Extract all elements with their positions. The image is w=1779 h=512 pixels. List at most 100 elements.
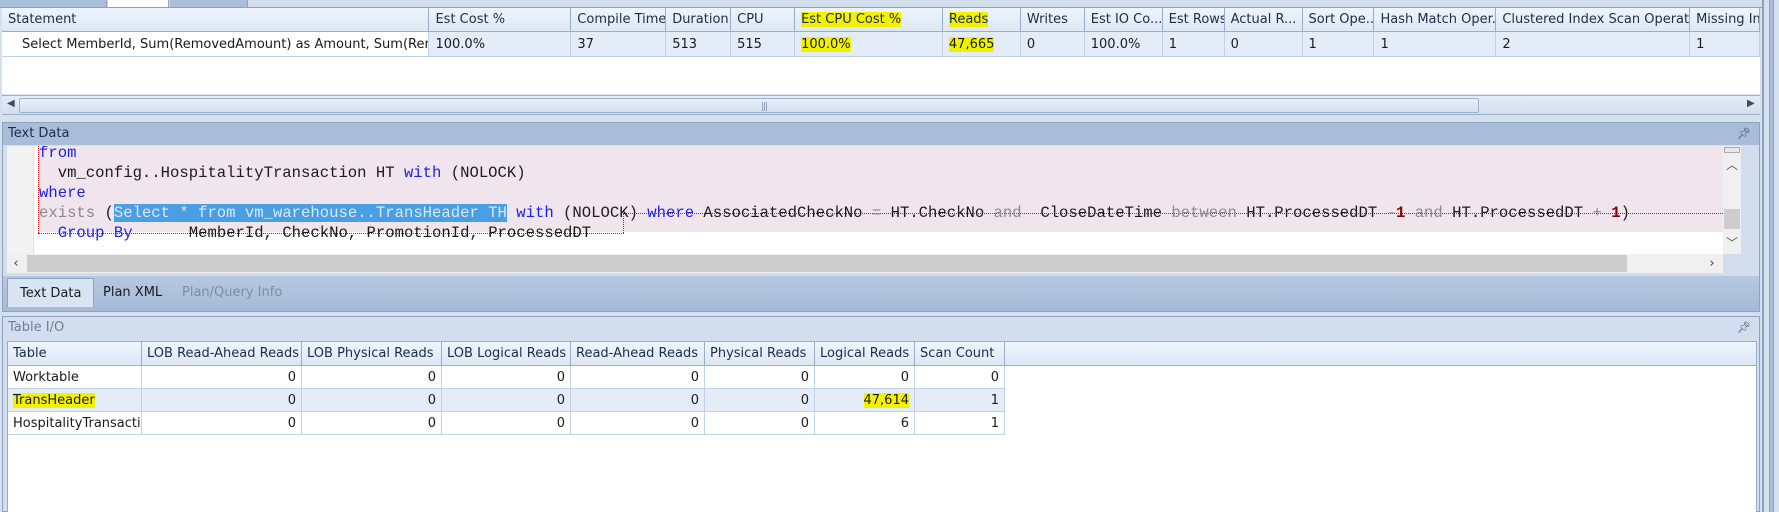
scroll-right-icon[interactable]: › [1703, 254, 1721, 273]
table-cell: 0 [142, 366, 302, 388]
code-token: - [1386, 204, 1396, 222]
pin-icon[interactable]: 📌︎ [1737, 321, 1751, 334]
column-header[interactable]: LOB Physical Reads [302, 342, 442, 365]
column-header-label: Est Rows [1168, 12, 1225, 27]
column-header[interactable]: Logical Reads [815, 342, 915, 365]
statements-grid: Statement Est Cost % Compile Time Duration C… [2, 8, 1760, 94]
statements-grid-header: Statement Est Cost % Compile Time Duration C… [2, 8, 1760, 32]
code-token: exists [39, 204, 96, 222]
table-cell: 0 [705, 366, 815, 388]
column-header[interactable]: Sort Ope... [1303, 8, 1375, 31]
column-header[interactable]: Read-Ahead Reads [571, 342, 705, 365]
column-header[interactable]: Table [8, 342, 142, 365]
code-token: 1 [1611, 204, 1621, 222]
column-header[interactable]: Est Cost % [429, 8, 572, 31]
table-cell: 100.0% [429, 32, 572, 56]
column-header[interactable]: Missing Inc [1690, 8, 1760, 31]
table-cell: 2 [1496, 32, 1691, 56]
table-row[interactable]: HospitalityTransaction0000061 [8, 412, 1005, 435]
column-header-label: Hash Match Oper... [1380, 12, 1497, 27]
column-header[interactable]: LOB Read-Ahead Reads [142, 342, 302, 365]
scrollbar-thumb[interactable] [1724, 209, 1740, 229]
table-cell: 1 [915, 389, 1005, 411]
column-header-label: Est Cost % [435, 12, 506, 27]
column-header[interactable]: Statement [2, 8, 430, 31]
table-cell: TransHeader [8, 389, 142, 411]
column-header[interactable]: Est IO Co... [1085, 8, 1163, 31]
scrollbar-thumb[interactable] [27, 255, 1627, 272]
document-tab[interactable] [170, 0, 248, 7]
text-data-panel-title: Text Data [3, 123, 1759, 145]
table-cell: 0 [442, 366, 571, 388]
tab-plan-query-info: Plan/Query Info [182, 285, 283, 300]
pin-icon[interactable]: 📌︎ [1737, 127, 1751, 140]
column-header[interactable]: Writes [1021, 8, 1085, 31]
column-header[interactable]: Actual R... [1225, 8, 1303, 31]
table-cell: 0 [302, 366, 442, 388]
table-row[interactable]: TransHeader 0 0 0 0 0 47,614 1 [8, 389, 1005, 412]
table-cell: 1 [1303, 32, 1375, 56]
editor-horizontal-scrollbar[interactable]: ‹ › [7, 254, 1723, 273]
code-token: 1 [1395, 204, 1406, 222]
column-header[interactable]: LOB Logical Reads [442, 342, 571, 365]
table-cell: 47,614 [815, 389, 915, 411]
code-line: where [39, 183, 86, 203]
column-header-label: Statement [8, 12, 77, 27]
table-cell: 6 [815, 412, 915, 434]
sql-keyword: where [39, 184, 86, 202]
scrollbar-cap [1724, 147, 1740, 153]
scrollbar-thumb[interactable]: ||| [19, 98, 1479, 113]
column-header-label: Sort Ope... [1308, 12, 1375, 27]
scroll-right-icon[interactable]: ▶ [1747, 98, 1755, 109]
editor-vertical-scrollbar[interactable]: ︿ ﹀ [1723, 146, 1741, 254]
code-token: ) [1620, 204, 1630, 222]
table-cell: Worktable [8, 366, 142, 388]
statements-horizontal-scrollbar[interactable]: ◀ ||| ▶ [2, 95, 1760, 115]
code-token: HT.ProcessedDT [1442, 204, 1593, 222]
column-header[interactable]: Duration [666, 8, 732, 31]
table-cell: 100.0% [1085, 32, 1163, 56]
column-header[interactable]: Physical Reads [705, 342, 815, 365]
column-header[interactable]: Hash Match Oper... [1374, 8, 1497, 31]
table-row[interactable]: Select MemberId, Sum(RemovedAmount) as A… [2, 32, 1760, 57]
scroll-up-icon[interactable]: ︿ [1723, 156, 1741, 174]
table-cell: 100.0% [795, 32, 943, 56]
code-token: MemberId, CheckNo, PromotionId, Processe… [132, 224, 592, 242]
tab-text-data[interactable]: Text Data [7, 278, 95, 307]
code-line: from [39, 146, 76, 163]
column-header[interactable]: Reads [943, 8, 1021, 31]
scroll-left-icon[interactable]: ◀ [7, 98, 15, 109]
window-splitter[interactable] [1762, 0, 1779, 512]
document-tab-active[interactable] [108, 0, 169, 7]
code-token: HT.CheckNo [881, 204, 994, 222]
code-token: (NOLOCK) [553, 204, 648, 222]
scroll-left-icon[interactable]: ‹ [7, 254, 25, 273]
table-io-grid: Table LOB Read-Ahead Reads LOB Physical Re… [7, 341, 1757, 512]
column-header[interactable]: Est CPU Cost % [795, 8, 943, 31]
sql-keyword: with [516, 204, 554, 222]
code-line: exists (Select * from vm_warehouse..Tran… [39, 203, 1630, 223]
column-header-label: Missing Inc [1696, 12, 1760, 27]
sql-keyword: with [403, 164, 442, 182]
sql-editor[interactable]: from vm_config..HospitalityTransaction H… [7, 146, 1741, 254]
table-row[interactable]: Worktable 0 0 0 0 0 0 0 [8, 366, 1005, 389]
table-io-panel-title: Table I/O [3, 317, 1759, 339]
column-header-label: Writes [1026, 12, 1068, 27]
table-cell: HospitalityTransaction [8, 412, 142, 434]
column-header[interactable]: Scan Count [915, 342, 1005, 365]
column-header[interactable]: Compile Time [571, 8, 667, 31]
table-cell: 0 [815, 366, 915, 388]
column-header[interactable]: Est Rows [1163, 8, 1225, 31]
column-header[interactable]: Clustered Index Scan Operatio... [1496, 8, 1691, 31]
code-line: vm_config..HospitalityTransaction HT wit… [39, 163, 526, 183]
document-tab[interactable] [0, 0, 107, 7]
table-cell: 0 [571, 389, 705, 411]
column-header[interactable]: CPU [731, 8, 796, 31]
scroll-down-icon[interactable]: ﹀ [1723, 234, 1741, 252]
tab-plan-xml[interactable]: Plan XML [91, 278, 174, 307]
column-header-label: Clustered Index Scan Operatio... [1502, 12, 1690, 27]
table-cell: 0 [142, 412, 302, 434]
